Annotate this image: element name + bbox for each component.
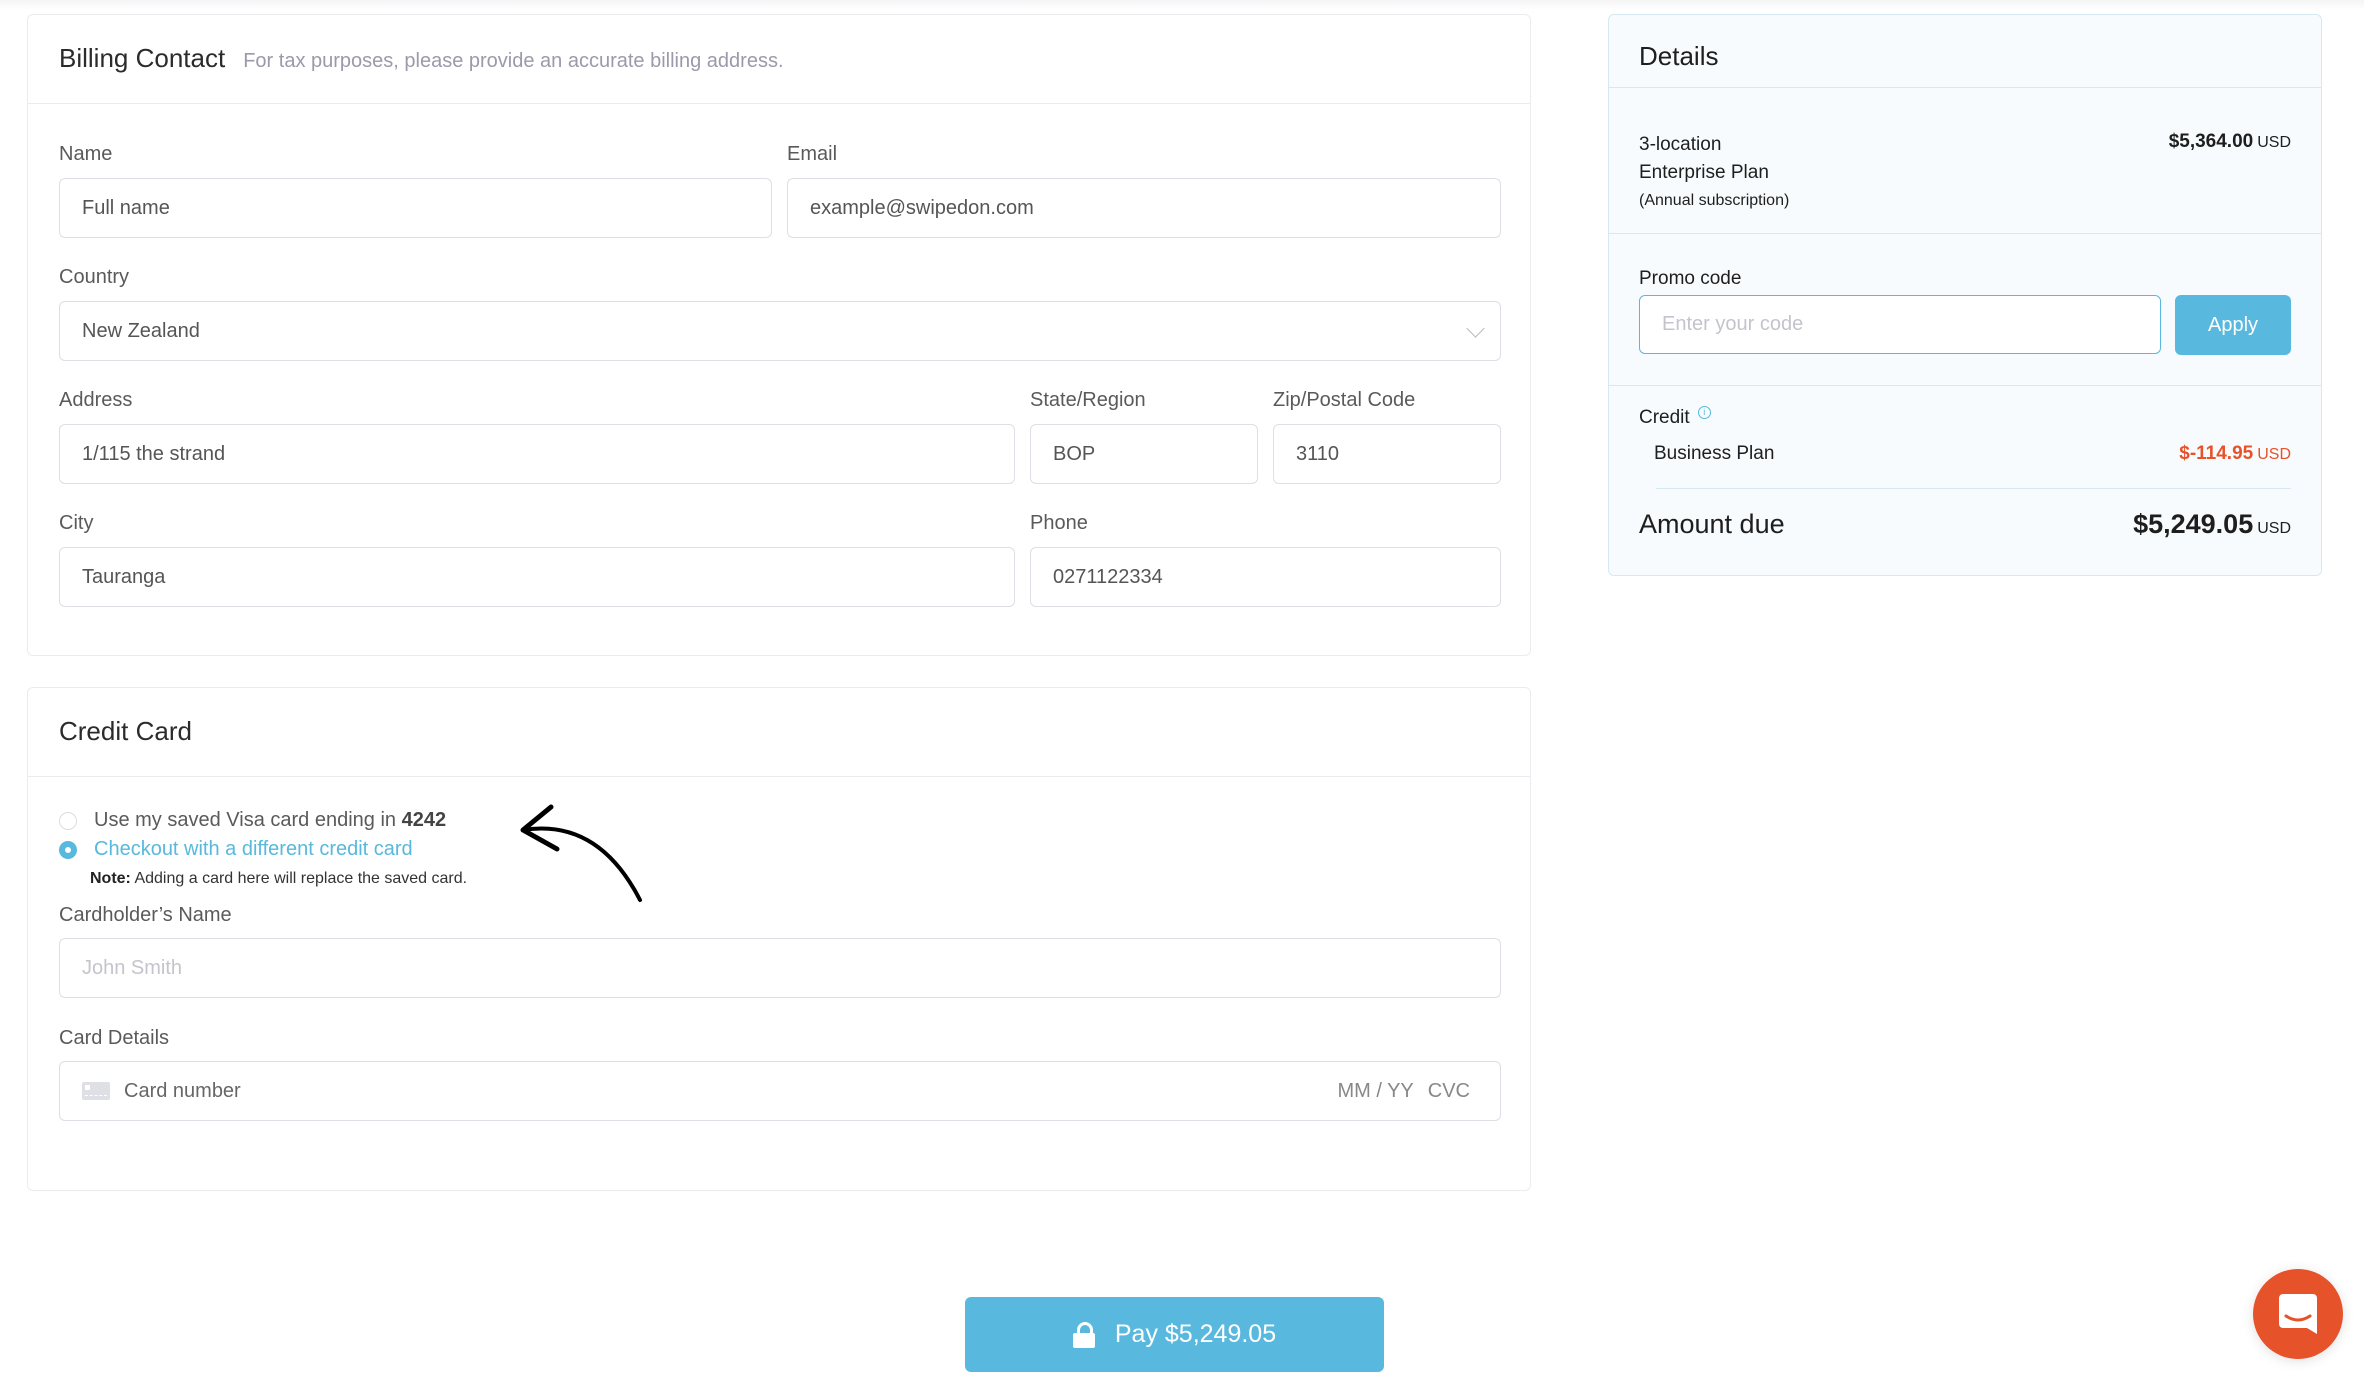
credit-label: Credit [1639, 407, 1690, 428]
chat-launcher-button[interactable] [2253, 1269, 2343, 1359]
amount-due-label: Amount due [1639, 509, 1785, 539]
address-input[interactable]: 1/115 the strand [59, 424, 1015, 484]
saved-card-label: Use my saved Visa card ending in 4242 [94, 809, 447, 831]
new-card-option[interactable]: Checkout with a different credit card [59, 838, 413, 861]
card-number-placeholder: Card number [124, 1079, 241, 1102]
phone-input[interactable]: 0271122334 [1030, 547, 1501, 607]
credit-amount: $-114.95 USD [2179, 443, 2291, 464]
cardholder-label: Cardholder’s Name [59, 904, 232, 926]
lock-icon [1072, 1321, 1095, 1348]
credit-item: Business Plan [1654, 443, 1775, 464]
expiry-placeholder: MM / YY [1337, 1079, 1414, 1102]
saved-card-radio[interactable] [59, 811, 77, 830]
promo-label: Promo code [1639, 268, 1742, 289]
country-select-value: New Zealand [82, 319, 200, 342]
pay-button[interactable]: Pay $5,249.05 [965, 1297, 1384, 1372]
country-label: Country [59, 266, 130, 288]
chevron-down-icon [1466, 319, 1485, 338]
address-label: Address [59, 389, 133, 411]
credit-card-card: Credit Card Use my saved Visa card endin… [27, 687, 1531, 1191]
billing-contact-subtitle: For tax purposes, please provide an accu… [243, 50, 784, 72]
email-input-value: example@swipedon.com [810, 196, 1034, 219]
credit-card-title: Credit Card [59, 716, 192, 746]
new-card-label: Checkout with a different credit card [94, 838, 413, 860]
details-divider [1609, 233, 2321, 234]
expiry-cvc-fields[interactable]: MM / YY CVC [1337, 1062, 1470, 1120]
details-title: Details [1639, 41, 1719, 71]
plan-description: 3-location Enterprise Plan (Annual subsc… [1639, 131, 1789, 215]
phone-input-value: 0271122334 [1053, 565, 1163, 588]
info-icon[interactable]: i [1697, 406, 1711, 419]
credit-card-header: Credit Card [28, 688, 1530, 777]
cardholder-placeholder: John Smith [82, 956, 183, 979]
cardholder-input[interactable]: John Smith [59, 938, 1501, 998]
phone-label: Phone [1030, 512, 1088, 534]
email-input[interactable]: example@swipedon.com [787, 178, 1501, 238]
zip-input-value: 3110 [1296, 442, 1340, 465]
total-divider [1656, 488, 2291, 489]
zip-input[interactable]: 3110 [1273, 424, 1501, 484]
apply-promo-button[interactable]: Apply [2175, 295, 2291, 355]
credit-label-row: Credit i [1639, 406, 1711, 429]
saved-card-last4: 4242 [401, 809, 447, 831]
page-top-shadow [0, 0, 2364, 10]
amount-due-value: $5,249.05 USD [2133, 509, 2291, 539]
zip-label: Zip/Postal Code [1273, 389, 1416, 411]
credit-card-icon [82, 1082, 110, 1100]
name-input-value: Full name [82, 196, 170, 219]
details-divider [1609, 87, 2321, 88]
city-input[interactable]: Tauranga [59, 547, 1015, 607]
billing-contact-title: Billing Contact [59, 43, 226, 73]
name-label: Name [59, 143, 113, 165]
email-label: Email [787, 143, 838, 165]
billing-contact-title-row: Billing Contact For tax purposes, please … [59, 43, 784, 74]
state-input-value: BOP [1053, 442, 1096, 465]
plan-name: Enterprise Plan [1639, 162, 1769, 183]
billing-contact-card: Billing Contact For tax purposes, please … [27, 14, 1531, 656]
pay-button-label: Pay $5,249.05 [1114, 1320, 1277, 1348]
name-input[interactable]: Full name [59, 178, 772, 238]
cvc-placeholder: CVC [1427, 1079, 1470, 1102]
city-input-value: Tauranga [82, 565, 166, 588]
plan-location-count: 3-location [1639, 134, 1722, 155]
annotation-arrow-icon [520, 804, 642, 902]
plan-price: $5,364.00 USD [2168, 131, 2291, 152]
card-details-label: Card Details [59, 1027, 170, 1049]
new-card-radio[interactable] [59, 840, 77, 859]
saved-card-option[interactable]: Use my saved Visa card ending in 4242 [59, 809, 446, 832]
address-input-value: 1/115 the strand [82, 442, 226, 465]
state-label: State/Region [1030, 389, 1146, 411]
order-details-card: Details 3-location Enterprise Plan (Annu… [1608, 14, 2322, 576]
chat-icon [2279, 1294, 2317, 1334]
billing-contact-header: Billing Contact For tax purposes, please … [28, 15, 1530, 104]
state-input[interactable]: BOP [1030, 424, 1258, 484]
promo-placeholder: Enter your code [1662, 313, 1804, 335]
plan-billing-period: (Annual subscription) [1639, 192, 1790, 209]
city-label: City [59, 512, 94, 534]
card-details-input[interactable]: Card number MM / YY CVC [59, 1061, 1501, 1121]
details-divider [1609, 385, 2321, 386]
country-select[interactable]: New Zealand [59, 301, 1501, 361]
replace-card-note: Note: Adding a card here will replace th… [90, 870, 468, 887]
promo-code-input[interactable]: Enter your code [1639, 295, 2161, 354]
